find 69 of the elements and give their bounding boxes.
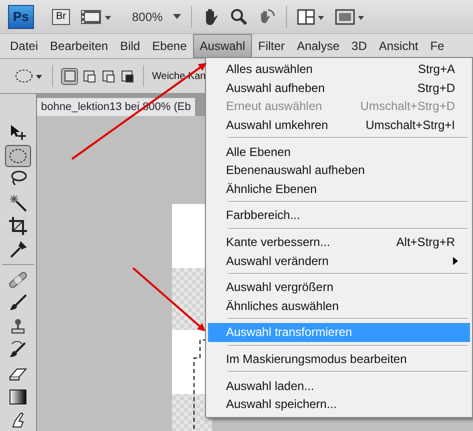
- menu-item[interactable]: Alle Ebenen: [208, 142, 470, 161]
- menu-item-label: Farbbereich...: [226, 208, 302, 222]
- menu-bar-item[interactable]: Bild: [114, 34, 146, 58]
- history-brush-icon: [9, 341, 27, 360]
- bridge-button[interactable]: Br: [52, 8, 70, 24]
- menu-bar-item[interactable]: Ansicht: [372, 34, 424, 58]
- menu-item[interactable]: Auswahl aufheben Strg+D: [208, 78, 470, 98]
- menu-item-label: Auswahl vergrößern: [226, 280, 334, 294]
- square-icon: [82, 69, 96, 83]
- menu-item[interactable]: Auswahl verändern: [208, 251, 470, 270]
- shortcut-label: Strg+A: [418, 62, 455, 76]
- crop-icon: [9, 217, 27, 236]
- menu-item-label: Kante verbessern...: [226, 235, 332, 250]
- eyedropper-icon: [9, 240, 27, 259]
- menu-bar-item[interactable]: Analyse: [290, 34, 346, 58]
- zoom-level[interactable]: 800%: [132, 10, 163, 24]
- layout-icon[interactable]: [296, 8, 325, 26]
- menu-item-label: Ähnliche Ebenen: [226, 182, 318, 196]
- menu-item[interactable]: Auswahl vergrößern: [208, 278, 470, 297]
- film-icon[interactable]: [80, 8, 112, 26]
- menu-item[interactable]: Ähnliches auswählen: [208, 296, 470, 316]
- menu-item-label: Auswahl speichern...: [226, 397, 338, 412]
- shortcut-label: Strg+D: [417, 80, 455, 95]
- square-icon: [120, 69, 134, 83]
- square-icon: [62, 69, 76, 83]
- menu-item[interactable]: Kante verbessern... Alt+Strg+R: [208, 232, 470, 252]
- shortcut-label: Alt+Strg+R: [396, 235, 455, 250]
- menu-item[interactable]: Im Maskierungsmodus bearbeiten: [208, 350, 470, 368]
- menu-item[interactable]: Farbbereich...: [208, 206, 470, 225]
- shortcut-label: Umschalt+Strg+I: [366, 118, 455, 132]
- menu-bar-item[interactable]: 3D: [346, 34, 373, 58]
- menu-item[interactable]: Auswahl laden...: [208, 376, 470, 395]
- tool-button[interactable]: [5, 145, 31, 167]
- menu-item-label: Auswahl transformieren: [226, 325, 354, 340]
- eraser-icon: [9, 366, 27, 381]
- menu-item-label: Alles auswählen: [226, 62, 314, 76]
- menu-bar-item[interactable]: Fe: [424, 34, 450, 58]
- stamp-icon: [9, 318, 27, 336]
- menu-item[interactable]: Ebenenauswahl aufheben: [208, 160, 470, 180]
- search-icon[interactable]: [230, 8, 248, 26]
- menu-item[interactable]: Auswahl umkehren Umschalt+Strg+I: [208, 116, 470, 134]
- menu-bar-item[interactable]: Ebene: [146, 34, 193, 58]
- menu-bar-item[interactable]: Auswahl: [192, 34, 252, 58]
- menu-item[interactable]: Ähnliche Ebenen: [208, 180, 470, 198]
- selection-mode-button[interactable]: [61, 68, 78, 84]
- menu-bar-item[interactable]: Datei: [4, 34, 44, 58]
- menu-item-label: Auswahl laden...: [226, 378, 316, 393]
- shortcut-label: Umschalt+Strg+D: [360, 99, 455, 114]
- menu-bar-item[interactable]: Bearbeiten: [44, 34, 114, 58]
- screen-mode-icon[interactable]: [334, 8, 365, 26]
- menu-item-label: Erneut auswählen: [226, 99, 324, 114]
- menu-item-label: Auswahl aufheben: [226, 80, 326, 95]
- brush-icon: [9, 294, 27, 312]
- ellipse-select-icon: [9, 148, 27, 164]
- caret-icon[interactable]: [172, 14, 181, 20]
- menu-bar-item[interactable]: Filter: [252, 34, 291, 58]
- menu-item-label: Alle Ebenen: [226, 144, 292, 159]
- magic-wand-icon: [9, 194, 27, 212]
- square-icon: [100, 69, 114, 83]
- app-logo[interactable]: Ps: [8, 4, 34, 28]
- menu-item-label: Im Maskierungsmodus bearbeiten: [226, 352, 408, 366]
- menu-item-label: Ebenenauswahl aufheben: [226, 163, 366, 178]
- menu-item-label: Auswahl verändern: [226, 254, 330, 268]
- menu-item-label: Ähnliches auswählen: [226, 298, 340, 313]
- move-icon: [9, 124, 27, 142]
- menu-item-label: Auswahl umkehren: [226, 118, 330, 132]
- menu-item[interactable]: Auswahl speichern...: [208, 394, 470, 414]
- menu-item[interactable]: Alles auswählen Strg+A: [208, 60, 470, 79]
- gradient-icon: [9, 388, 27, 405]
